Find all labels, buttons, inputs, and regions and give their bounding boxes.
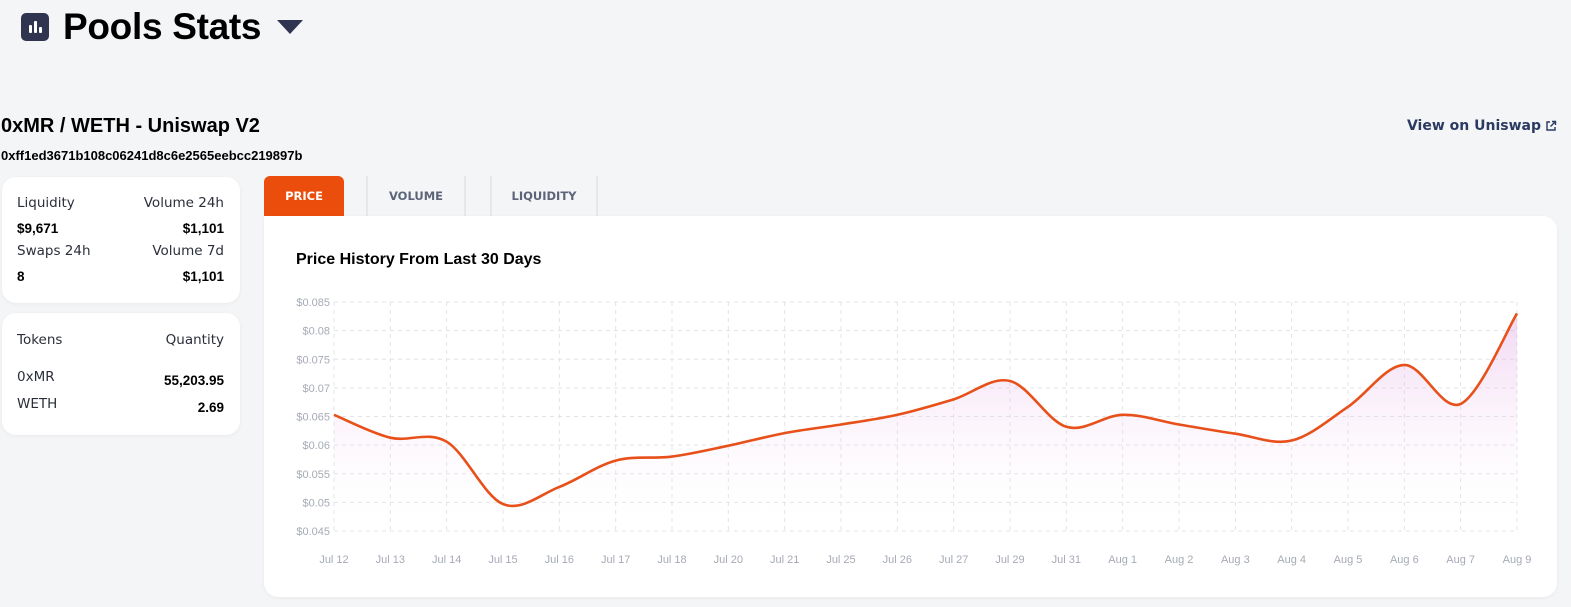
- page-header: Pools Stats: [21, 6, 304, 48]
- page-title: Pools Stats: [63, 6, 262, 47]
- liquidity-value: $9,671: [17, 221, 59, 236]
- caret-down-icon[interactable]: [277, 20, 304, 34]
- x-tick-label: Jul 25: [826, 554, 855, 566]
- y-tick-label: $0.08: [302, 326, 330, 338]
- volume-24h-label: Volume 24h: [143, 195, 224, 211]
- x-tick-label: Aug 6: [1390, 554, 1419, 566]
- x-tick-label: Jul 13: [376, 554, 405, 566]
- x-tick-label: Jul 27: [939, 554, 968, 566]
- token-name: 0xMR: [17, 369, 55, 385]
- x-tick-label: Aug 5: [1334, 554, 1363, 566]
- bar-chart-icon: [21, 13, 49, 41]
- chart-tabs: PRICE VOLUME LIQUIDITY: [264, 176, 598, 216]
- y-tick-label: $0.045: [296, 526, 330, 538]
- tab-spacer: [344, 176, 368, 216]
- x-tick-label: Aug 1: [1108, 554, 1137, 566]
- swaps-24h-value: 8: [17, 269, 25, 284]
- pool-address: 0xff1ed3671b108c06241d8c6e2565eebcc21989…: [1, 148, 303, 163]
- volume-7d-value: $1,101: [182, 269, 224, 284]
- x-tick-label: Jul 20: [714, 554, 743, 566]
- view-link-label: View on Uniswap: [1406, 118, 1541, 134]
- token-quantity: 55,203.95: [163, 373, 224, 388]
- y-tick-label: $0.06: [302, 440, 330, 452]
- tokens-header: Tokens: [17, 332, 63, 348]
- pool-stats-card: Liquidity Volume 24h $9,671 $1,101 Swaps…: [2, 177, 240, 303]
- x-tick-label: Jul 31: [1052, 554, 1081, 566]
- token-name: WETH: [17, 396, 58, 412]
- price-chart: $0.045 $0.05 $0.055 $0.06 $0.065 $0.07 $0.075 $…: [296, 297, 1532, 566]
- x-tick-label: Jul 21: [770, 554, 799, 566]
- y-tick-label: $0.05: [302, 497, 330, 509]
- x-tick-label: Jul 29: [995, 554, 1024, 566]
- view-on-uniswap-link[interactable]: View on Uniswap: [1407, 118, 1557, 134]
- x-tick-label: Jul 17: [601, 554, 630, 566]
- x-tick-label: Aug 2: [1165, 554, 1194, 566]
- x-tick-label: Aug 4: [1277, 554, 1306, 566]
- x-tick-label: Jul 18: [657, 554, 686, 566]
- pool-title: 0xMR / WETH - Uniswap V2: [1, 115, 260, 137]
- tokens-card: Tokens Quantity 0xMR 55,203.95 WETH 2.69: [2, 313, 240, 435]
- x-tick-label: Jul 26: [883, 554, 912, 566]
- x-tick-label: Jul 12: [319, 554, 348, 566]
- external-link-icon: [1546, 120, 1557, 131]
- swaps-24h-label: Swaps 24h: [17, 243, 91, 259]
- tab-liquidity[interactable]: LIQUIDITY: [490, 176, 598, 216]
- y-tick-label: $0.055: [296, 469, 330, 481]
- y-tick-label: $0.075: [296, 354, 330, 366]
- x-tick-label: Jul 14: [432, 554, 461, 566]
- token-quantity: 2.69: [197, 400, 224, 415]
- x-tick-label: Jul 16: [545, 554, 574, 566]
- y-tick-label: $0.065: [296, 412, 330, 424]
- y-tick-label: $0.085: [296, 297, 330, 309]
- tab-spacer: [466, 176, 490, 216]
- tab-volume[interactable]: VOLUME: [368, 176, 466, 216]
- x-tick-label: Aug 7: [1446, 554, 1475, 566]
- quantity-header: Quantity: [165, 332, 224, 348]
- tab-price[interactable]: PRICE: [264, 176, 344, 216]
- y-tick-label: $0.07: [302, 383, 330, 395]
- x-tick-label: Jul 15: [488, 554, 517, 566]
- price-area: [334, 313, 1517, 531]
- x-tick-label: Aug 3: [1221, 554, 1250, 566]
- liquidity-label: Liquidity: [17, 195, 75, 211]
- x-tick-label: Aug 9: [1503, 554, 1532, 566]
- volume-7d-label: Volume 7d: [152, 243, 224, 259]
- volume-24h-value: $1,101: [182, 221, 224, 236]
